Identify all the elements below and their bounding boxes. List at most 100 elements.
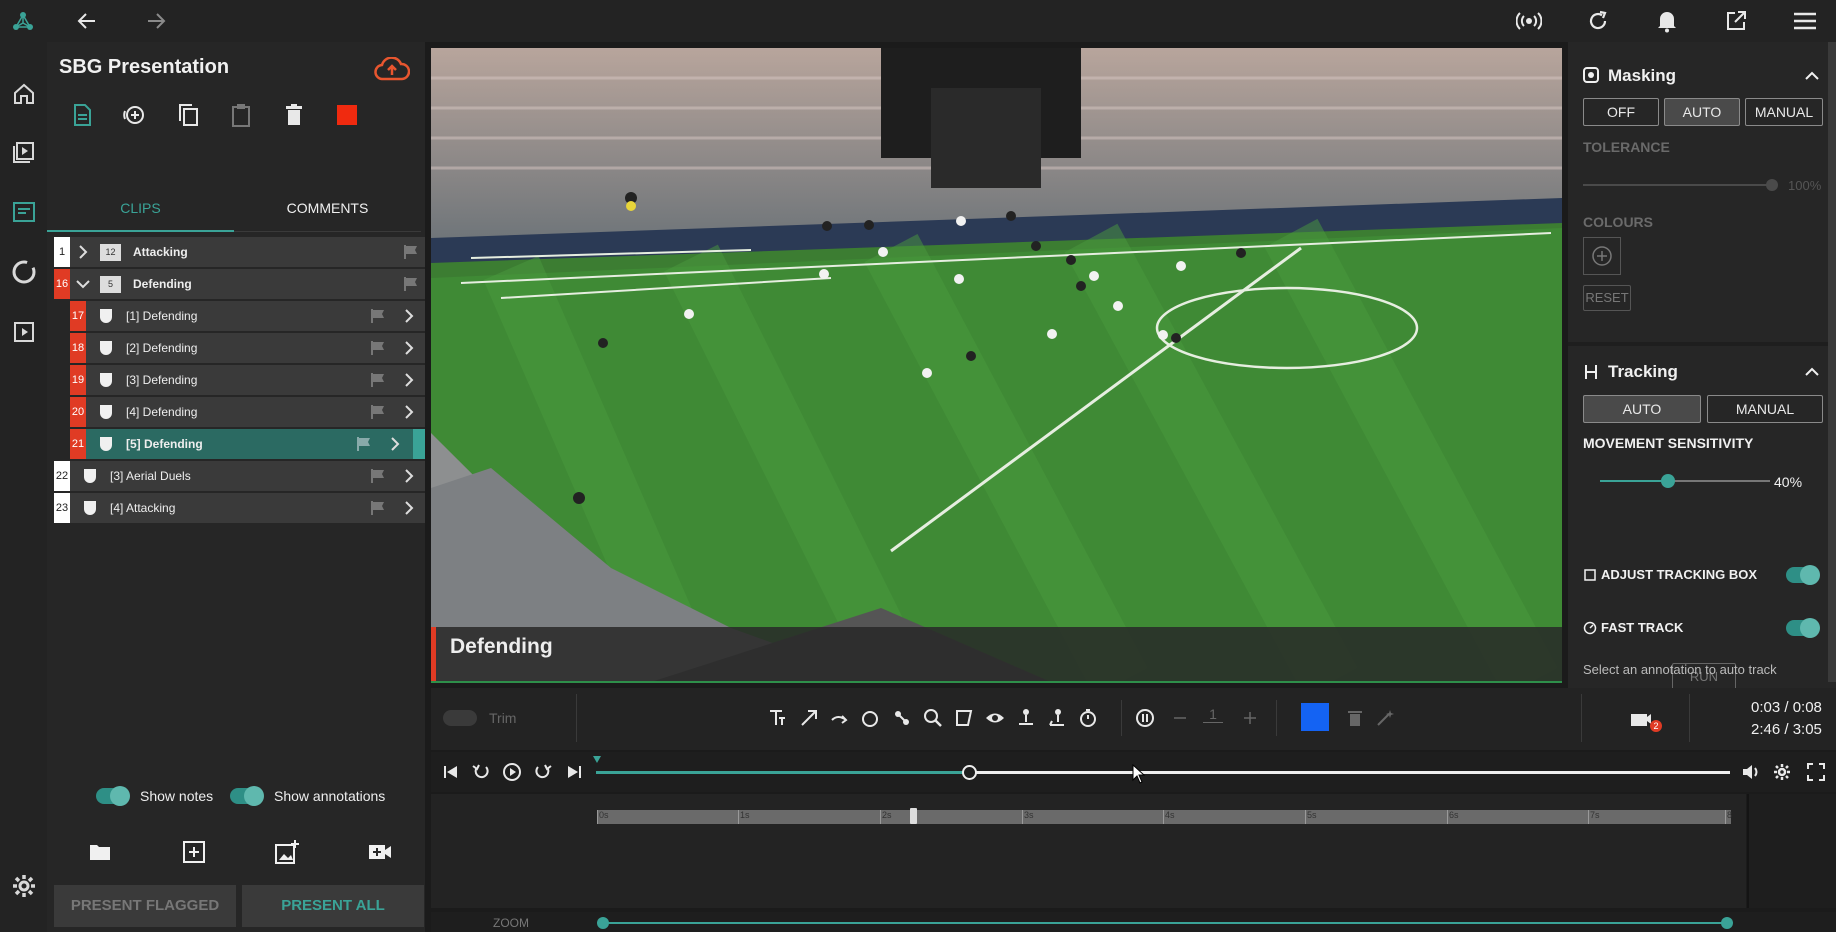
show-notes-toggle[interactable] [96,786,130,806]
zoom-start-handle[interactable] [597,917,609,929]
refresh-icon[interactable] [1585,8,1611,34]
list-item-selected[interactable]: 21 [5] Defending [70,429,425,459]
chevron-right-icon[interactable] [402,469,416,483]
present-all-button[interactable]: PRESENT ALL [242,885,424,927]
show-annotations-toggle[interactable] [230,786,264,806]
flag-icon[interactable] [370,308,386,324]
flag-icon[interactable] [370,372,386,388]
paste-icon[interactable] [228,102,254,128]
text-tool-icon[interactable] [766,706,790,730]
chevron-right-icon[interactable] [402,501,416,515]
forward-arrow-icon[interactable] [143,8,169,34]
logo-icon[interactable] [10,8,36,34]
circle-tool-icon[interactable] [859,706,883,730]
timeline-playhead[interactable] [910,808,918,824]
bell-icon[interactable] [1654,8,1680,34]
add-image-icon[interactable] [274,839,300,865]
player-track-tool-icon[interactable] [1045,706,1069,730]
player-marker-tool-icon[interactable] [1014,706,1038,730]
chevron-right-icon[interactable] [70,237,96,267]
eye-icon[interactable] [983,706,1007,730]
flag-icon[interactable] [370,500,386,516]
chevron-right-icon[interactable] [402,341,416,355]
list-item[interactable]: 22 [3] Aerial Duels [54,461,425,491]
trash-icon[interactable] [1343,706,1367,730]
tab-clips[interactable]: CLIPS [47,188,234,232]
tolerance-slider[interactable] [1583,184,1773,186]
home-icon[interactable] [10,80,38,108]
document-icon[interactable] [69,102,95,128]
sensitivity-slider-thumb[interactable] [1661,474,1675,488]
zoom-end-handle[interactable] [1721,917,1733,929]
volume-icon[interactable] [1741,762,1761,782]
tracking-manual-button[interactable]: MANUAL [1707,395,1823,423]
menu-icon[interactable] [1792,8,1818,34]
copy-icon[interactable] [175,102,201,128]
fast-track-toggle[interactable] [1786,618,1820,638]
flag-icon[interactable] [403,276,419,292]
flag-icon[interactable] [370,404,386,420]
magnify-tool-icon[interactable] [921,706,945,730]
chevron-right-icon[interactable] [402,309,416,323]
plus-icon[interactable] [1238,706,1262,730]
right-scrollbar[interactable] [1828,42,1836,682]
flag-icon[interactable] [370,468,386,484]
presentation-icon[interactable] [10,198,38,226]
add-video-icon[interactable] [367,839,393,865]
skip-back-icon[interactable] [441,762,461,782]
list-item[interactable]: 20 [4] Defending [70,397,425,427]
add-text-box-icon[interactable] [181,839,207,865]
colour-swatch[interactable] [1301,703,1329,731]
chevron-down-icon[interactable] [70,269,96,299]
cloud-upload-icon[interactable] [374,56,410,82]
present-flagged-button[interactable]: PRESENT FLAGGED [54,885,236,927]
chevron-right-icon[interactable] [388,437,402,451]
record-stop-icon[interactable] [334,102,360,128]
minus-icon[interactable] [1168,706,1192,730]
list-item[interactable]: 1 12 Attacking [54,237,425,267]
fullscreen-icon[interactable] [1806,762,1826,782]
circle-logo-icon[interactable] [10,258,38,286]
settings-gear-icon[interactable] [1772,762,1792,782]
seek-thumb[interactable] [962,765,978,780]
stroke-width-value[interactable]: 1 [1203,706,1223,723]
trim-toggle[interactable] [443,710,477,726]
folder-icon[interactable] [87,839,113,865]
broadcast-icon[interactable] [1516,8,1542,34]
list-item[interactable]: 16 5 Defending [54,269,425,299]
list-item[interactable]: 19 [3] Defending [70,365,425,395]
flag-icon[interactable] [403,244,419,260]
settings-gear-icon[interactable] [10,872,38,900]
timeline-ruler[interactable]: 0s 1s 2s 3s 4s 5s 6s 7s 8 [597,808,1732,824]
chevron-up-icon[interactable] [1804,68,1820,84]
arrow-tool-icon[interactable] [797,706,821,730]
timer-tool-icon[interactable] [1076,706,1100,730]
chevron-up-icon[interactable] [1804,364,1820,380]
back-arrow-icon[interactable] [74,8,100,34]
flag-icon[interactable] [370,340,386,356]
list-item[interactable]: 18 [2] Defending [70,333,425,363]
masking-off-button[interactable]: OFF [1583,98,1659,126]
flag-icon[interactable] [356,436,372,452]
masking-manual-button[interactable]: MANUAL [1745,98,1823,126]
masking-auto-button[interactable]: AUTO [1664,98,1740,126]
external-link-icon[interactable] [1723,8,1749,34]
polygon-tool-icon[interactable] [952,706,976,730]
spotlight-tool-icon[interactable] [890,706,914,730]
list-item[interactable]: 17 [1] Defending [70,301,425,331]
tracking-auto-button[interactable]: AUTO [1583,395,1701,423]
add-circle-icon[interactable] [122,102,148,128]
rewind-icon[interactable] [471,762,491,782]
video-player[interactable] [431,48,1562,682]
tab-comments[interactable]: COMMENTS [234,188,421,232]
list-item[interactable]: 23 [4] Attacking [54,493,425,523]
chevron-right-icon[interactable] [402,373,416,387]
adjust-tracking-box-toggle[interactable] [1786,565,1820,585]
magic-wand-icon[interactable] [1373,706,1397,730]
video-library-icon[interactable] [10,138,38,166]
reset-button[interactable]: RESET [1583,285,1631,311]
zoom-track[interactable] [602,922,1726,924]
play-box-icon[interactable] [10,318,38,346]
timeline-panel[interactable]: 0s 1s 2s 3s 4s 5s 6s 7s 8 [431,794,1746,908]
skip-forward-icon[interactable] [564,762,584,782]
